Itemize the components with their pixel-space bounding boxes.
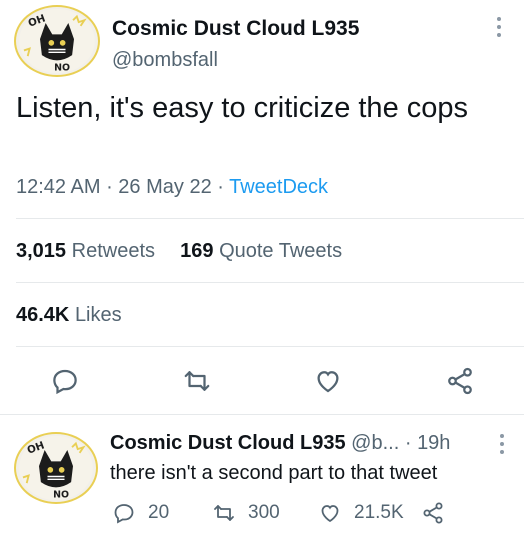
like-stats: 46.4K Likes (16, 304, 122, 327)
reply-reply-button[interactable]: 20 (112, 500, 169, 526)
author-handle[interactable]: @bombsfall (112, 49, 218, 72)
reply-reply-count: 20 (148, 502, 170, 523)
tweet-source-link[interactable]: TweetDeck (229, 176, 328, 198)
quotes-count[interactable]: 169 (180, 240, 213, 262)
divider (16, 282, 524, 283)
reply-like-count: 21.5K (354, 502, 404, 523)
reply-avatar[interactable]: OH NO (14, 432, 98, 504)
reply-share-button[interactable] (421, 500, 457, 526)
share-icon[interactable] (445, 366, 475, 396)
retweets-count[interactable]: 3,015 (16, 240, 66, 262)
retweets-label[interactable]: Retweets (72, 240, 155, 262)
more-vertical-icon[interactable] (494, 16, 504, 38)
likes-label[interactable]: Likes (75, 304, 122, 326)
share-icon (423, 502, 443, 524)
reply-header: Cosmic Dust Cloud L935 @b... · 19h (110, 432, 451, 454)
divider (0, 414, 524, 415)
divider (16, 218, 524, 219)
avatar[interactable]: OH NO (14, 5, 100, 77)
reply-time[interactable]: 19h (417, 432, 450, 454)
reply-text: there isn't a second part to that tweet (110, 462, 438, 484)
tweet-date[interactable]: 26 May 22 (118, 176, 211, 198)
svg-text:NO: NO (54, 62, 70, 73)
reply-like-button[interactable]: 21.5K (318, 500, 404, 526)
quotes-label[interactable]: Quote Tweets (219, 240, 342, 262)
more-vertical-icon[interactable] (497, 433, 507, 455)
retweet-icon (214, 505, 234, 521)
cat-badge-icon: OH NO (19, 435, 93, 500)
reply-author-handle[interactable]: @b... (351, 432, 399, 454)
reply-icon[interactable] (50, 366, 80, 396)
reply-retweet-button[interactable]: 300 (212, 500, 280, 526)
reply-author-name[interactable]: Cosmic Dust Cloud L935 (110, 432, 346, 454)
divider (16, 346, 524, 347)
tweet-meta: 12:42 AM · 26 May 22 · TweetDeck (16, 176, 329, 198)
heart-icon[interactable] (313, 366, 343, 396)
likes-count[interactable]: 46.4K (16, 304, 69, 326)
author-name[interactable]: Cosmic Dust Cloud L935 (112, 17, 359, 41)
reply-retweet-count: 300 (248, 502, 280, 523)
svg-text:NO: NO (53, 489, 69, 500)
retweet-icon[interactable] (182, 366, 212, 396)
reply-icon (114, 504, 134, 524)
cat-badge-icon: OH NO (19, 8, 95, 73)
tweet-time[interactable]: 12:42 AM (16, 176, 101, 198)
heart-icon (321, 505, 339, 523)
tweet-text: Listen, it's easy to criticize the cops (16, 92, 469, 124)
retweet-stats: 3,015 Retweets 169 Quote Tweets (16, 240, 342, 263)
